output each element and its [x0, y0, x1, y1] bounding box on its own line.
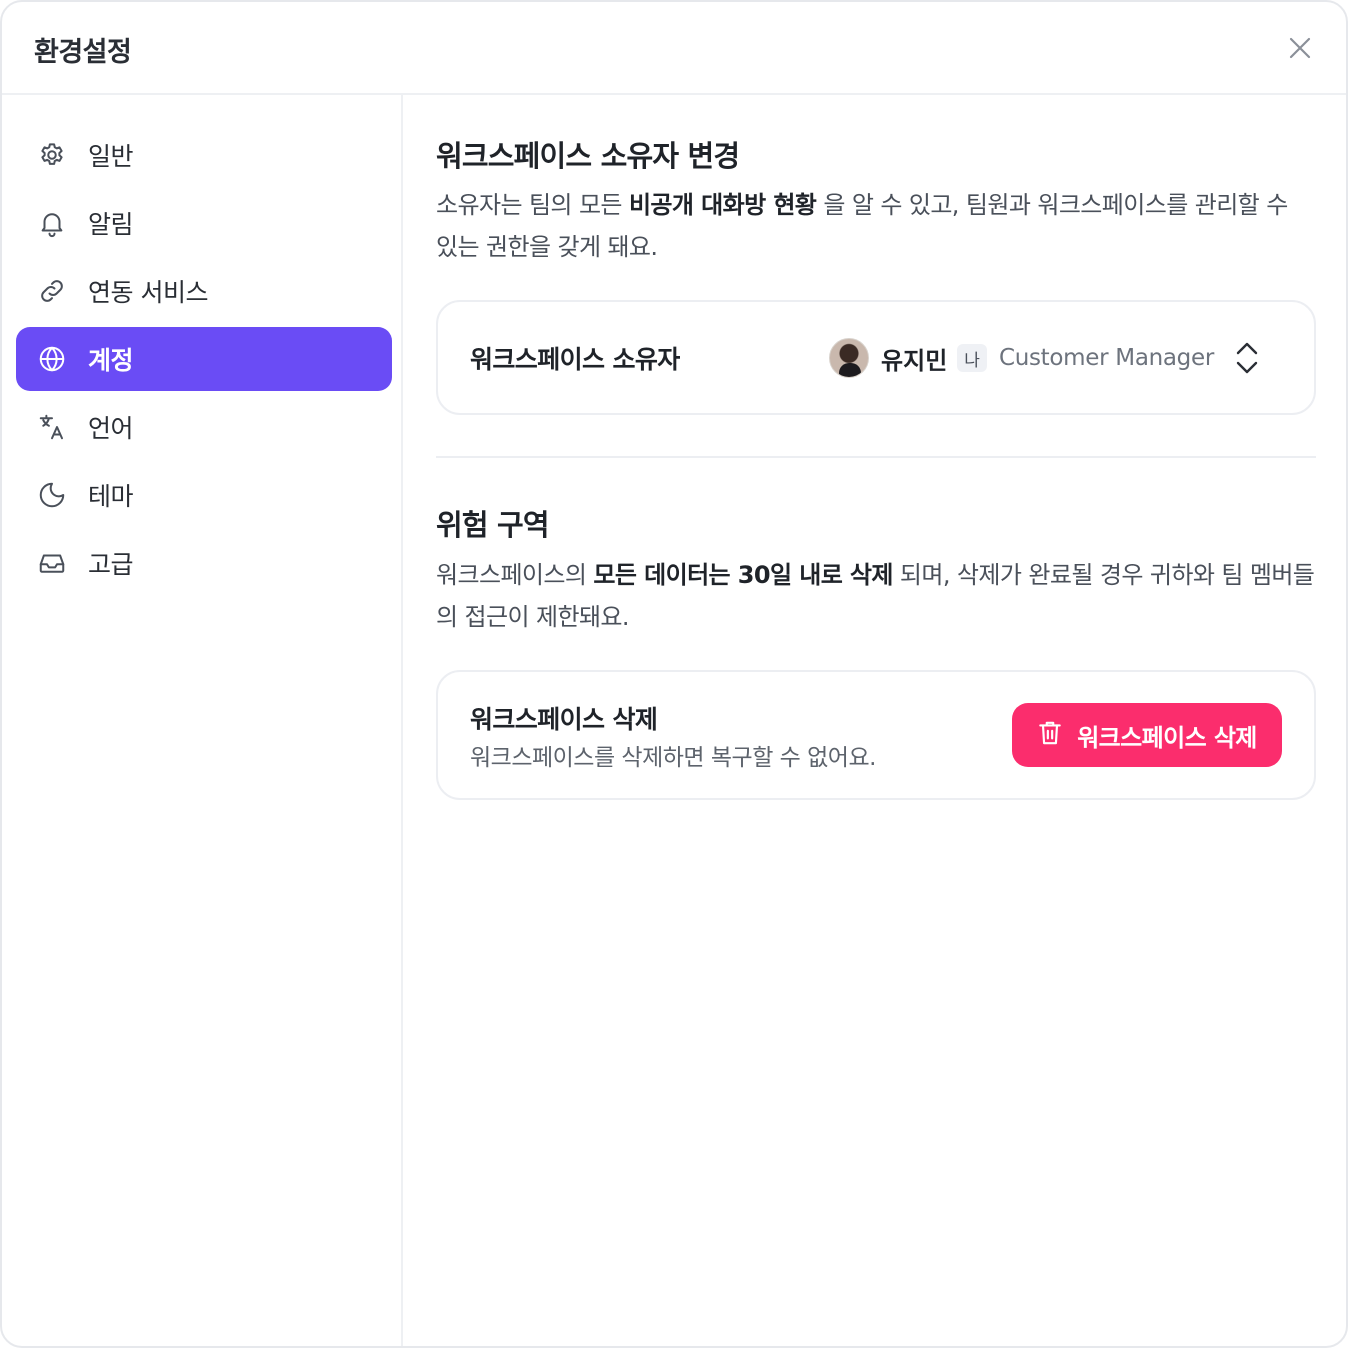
inbox-icon — [36, 547, 68, 579]
sidebar-item-label: 고급 — [88, 550, 134, 579]
desc-emphasis: 비공개 대화방 현황 — [628, 191, 817, 219]
desc-text: 소유자는 팀의 모든 — [436, 191, 629, 219]
sidebar-item-label: 일반 — [88, 142, 134, 171]
delete-card-sublabel: 워크스페이스를 삭제하면 복구할 수 없어요. — [470, 745, 876, 771]
me-badge: 나 — [957, 344, 987, 372]
sidebar-item-language[interactable]: 언어 — [16, 395, 392, 459]
chevron-up-down-icon — [1232, 338, 1262, 378]
globe-icon — [36, 343, 68, 375]
close-icon — [1289, 37, 1311, 59]
sidebar-item-label: 언어 — [88, 414, 134, 443]
owner-select[interactable]: 유지민 나 Customer Manager — [829, 336, 1262, 380]
sidebar-item-theme[interactable]: 테마 — [16, 463, 392, 527]
sidebar-item-advanced[interactable]: 고급 — [16, 531, 392, 595]
sidebar-item-label: 연동 서비스 — [88, 278, 208, 307]
owner-role: Customer Manager — [998, 345, 1214, 371]
delete-workspace-button[interactable]: 워크스페이스 삭제 — [1012, 703, 1282, 767]
trash-icon — [1037, 719, 1063, 751]
gear-icon — [36, 139, 68, 171]
settings-content: 워크스페이스 소유자 변경 소유자는 팀의 모든 비공개 대화방 현황 을 알 … — [405, 95, 1346, 1346]
owner-section-title: 워크스페이스 소유자 변경 — [436, 139, 740, 173]
settings-sidebar: 일반 알림 연동 서비스 계정 언어 테마 고급 — [2, 95, 403, 1346]
settings-dialog: 환경설정 일반 알림 연동 서비스 계정 언어 테마 고급 워크스페이스 소유자… — [0, 0, 1348, 1348]
close-button[interactable] — [1284, 32, 1316, 64]
sidebar-item-integrations[interactable]: 연동 서비스 — [16, 259, 392, 323]
link-icon — [36, 275, 68, 307]
translate-icon — [36, 411, 68, 443]
danger-section-title: 위험 구역 — [436, 508, 550, 542]
section-divider — [436, 456, 1316, 458]
moon-icon — [36, 479, 68, 511]
owner-card-label: 워크스페이스 소유자 — [470, 345, 680, 374]
sidebar-item-general[interactable]: 일반 — [16, 123, 392, 187]
bell-icon — [36, 207, 68, 239]
danger-section-description: 워크스페이스의 모든 데이터는 30일 내로 삭제 되며, 삭제가 완료될 경우… — [436, 554, 1316, 638]
desc-emphasis: 모든 데이터는 30일 내로 삭제 — [593, 561, 893, 589]
sidebar-item-label: 계정 — [88, 346, 134, 375]
owner-name: 유지민 — [881, 346, 948, 375]
sidebar-item-account[interactable]: 계정 — [16, 327, 392, 391]
dialog-header: 환경설정 — [2, 2, 1346, 95]
sidebar-item-label: 알림 — [88, 210, 134, 239]
avatar — [829, 338, 870, 378]
desc-text: 워크스페이스의 — [436, 561, 594, 589]
dialog-title: 환경설정 — [34, 37, 132, 68]
sidebar-item-label: 테마 — [88, 482, 134, 511]
delete-card-label: 워크스페이스 삭제 — [470, 705, 658, 734]
delete-workspace-card: 워크스페이스 삭제 워크스페이스를 삭제하면 복구할 수 없어요. 워크스페이스… — [436, 670, 1316, 800]
sidebar-item-notifications[interactable]: 알림 — [16, 191, 392, 255]
owner-section-description: 소유자는 팀의 모든 비공개 대화방 현황 을 알 수 있고, 팀원과 워크스페… — [436, 184, 1316, 268]
delete-button-label: 워크스페이스 삭제 — [1077, 723, 1257, 752]
owner-card: 워크스페이스 소유자 유지민 나 Customer Manager — [436, 300, 1316, 415]
